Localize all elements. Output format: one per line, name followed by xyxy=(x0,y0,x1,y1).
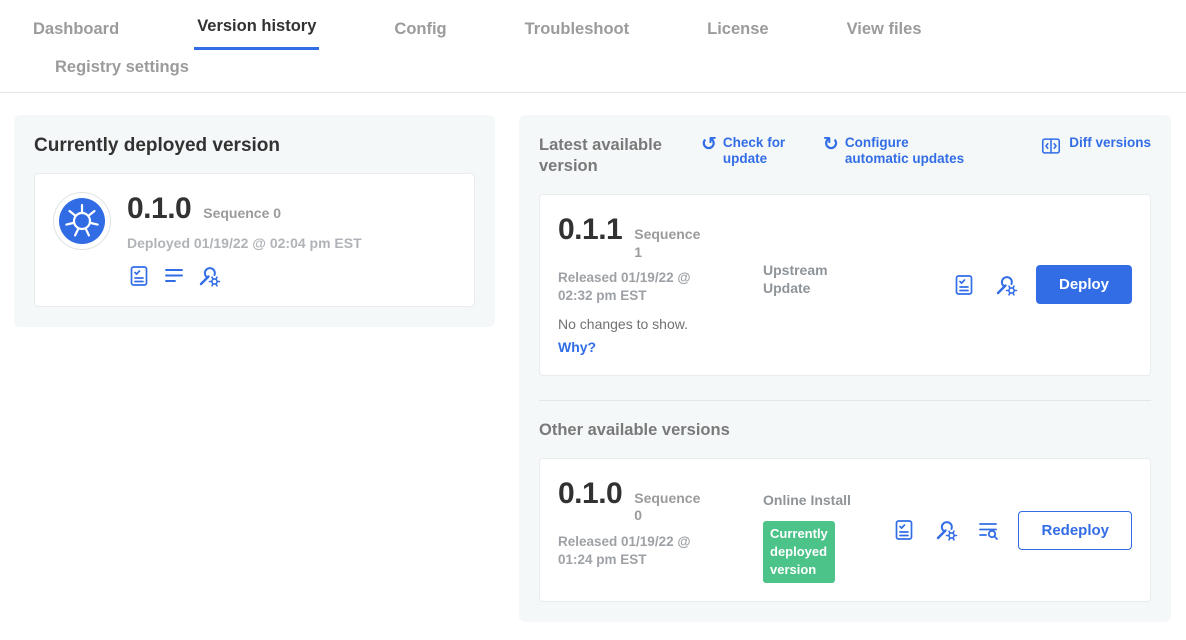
config-wrench-gear-icon[interactable] xyxy=(994,273,1018,297)
other-source-column: Online Install Currently deployed versio… xyxy=(763,477,863,584)
tab-license[interactable]: License xyxy=(704,3,771,50)
other-version-number: 0.1.0 xyxy=(558,477,622,511)
other-source-label: Online Install xyxy=(763,491,863,509)
tab-troubleshoot[interactable]: Troubleshoot xyxy=(522,3,633,50)
tab-dashboard[interactable]: Dashboard xyxy=(30,3,122,50)
other-version-card: 0.1.0 Sequence 0 Released 01/19/22 @ 01:… xyxy=(539,458,1151,603)
check-update-icon: ↺ xyxy=(701,135,717,154)
latest-version-card: 0.1.1 Sequence 1 Released 01/19/22 @ 02:… xyxy=(539,194,1151,375)
diff-versions-label: Diff versions xyxy=(1069,135,1151,151)
no-changes-text: No changes to show. xyxy=(558,316,763,332)
deployed-timestamp: Deployed 01/19/22 @ 02:04 pm EST xyxy=(127,235,362,251)
deployed-version-card: 0.1.0 Sequence 0 Deployed 01/19/22 @ 02:… xyxy=(34,173,475,307)
preflight-checklist-icon[interactable] xyxy=(127,264,151,288)
preflight-checklist-icon[interactable] xyxy=(892,518,916,542)
check-for-update-link[interactable]: ↺ Check for update xyxy=(701,135,797,167)
config-wrench-gear-icon[interactable] xyxy=(197,264,221,288)
version-row: 0.1.1 Sequence 1 xyxy=(558,213,763,261)
redeploy-button[interactable]: Redeploy xyxy=(1018,511,1132,550)
currently-deployed-badge: Currently deployed version xyxy=(763,521,835,584)
configure-updates-label: Configure automatic updates xyxy=(845,135,973,167)
latest-actions: Deploy xyxy=(952,265,1132,304)
why-link[interactable]: Why? xyxy=(558,339,596,355)
release-notes-icon[interactable] xyxy=(162,264,186,288)
deployed-actions xyxy=(127,264,362,288)
deployed-sequence: Sequence 0 xyxy=(203,205,281,221)
nav-row-1: Dashboard Version history Config Trouble… xyxy=(30,0,1186,50)
tab-version-history[interactable]: Version history xyxy=(194,0,319,50)
admin-console: Dashboard Version history Config Trouble… xyxy=(0,0,1186,640)
deploy-button[interactable]: Deploy xyxy=(1036,265,1132,304)
tab-config[interactable]: Config xyxy=(391,3,449,50)
latest-available-title: Latest available version xyxy=(539,135,679,176)
config-wrench-gear-icon[interactable] xyxy=(934,518,958,542)
configure-updates-link[interactable]: ↻ Configure automatic updates xyxy=(823,135,973,167)
currently-deployed-panel: Currently deployed version xyxy=(14,115,495,327)
preflight-checklist-icon[interactable] xyxy=(952,273,976,297)
other-actions: Redeploy xyxy=(892,511,1132,550)
latest-sequence: Sequence 1 xyxy=(634,226,702,261)
available-versions-panel: Latest available version ↺ Check for upd… xyxy=(519,115,1171,622)
latest-version-info: 0.1.1 Sequence 1 Released 01/19/22 @ 02:… xyxy=(558,213,763,356)
latest-version-number: 0.1.1 xyxy=(558,213,622,247)
top-nav: Dashboard Version history Config Trouble… xyxy=(0,0,1186,93)
version-row: 0.1.0 Sequence 0 xyxy=(127,192,362,226)
deployed-version-number: 0.1.0 xyxy=(127,192,191,226)
other-version-info: 0.1.0 Sequence 0 Released 01/19/22 @ 01:… xyxy=(558,477,763,584)
file-search-icon[interactable] xyxy=(976,518,1000,542)
diff-versions-icon xyxy=(1040,135,1062,157)
version-row: 0.1.0 Sequence 0 xyxy=(558,477,763,525)
other-sequence: Sequence 0 xyxy=(634,490,702,525)
tab-view-files[interactable]: View files xyxy=(844,3,925,50)
diff-versions-link[interactable]: Diff versions xyxy=(1040,135,1151,157)
tab-registry-settings[interactable]: Registry settings xyxy=(52,58,192,77)
check-for-update-label: Check for update xyxy=(723,135,797,167)
main-content: Currently deployed version xyxy=(0,93,1186,640)
other-versions-title: Other available versions xyxy=(539,421,1151,440)
deployed-version-info: 0.1.0 Sequence 0 Deployed 01/19/22 @ 02:… xyxy=(127,192,362,288)
available-header: Latest available version ↺ Check for upd… xyxy=(539,135,1151,176)
nav-row-2: Registry settings xyxy=(30,50,1186,92)
other-released-timestamp: Released 01/19/22 @ 01:24 pm EST xyxy=(558,533,718,569)
latest-released-timestamp: Released 01/19/22 @ 02:32 pm EST xyxy=(558,269,718,305)
latest-source-label: Upstream Update xyxy=(763,213,863,356)
kubernetes-logo xyxy=(53,192,111,250)
other-versions-section: Other available versions 0.1.0 Sequence … xyxy=(539,400,1151,603)
auto-update-icon: ↻ xyxy=(823,135,839,154)
currently-deployed-title: Currently deployed version xyxy=(34,135,475,157)
